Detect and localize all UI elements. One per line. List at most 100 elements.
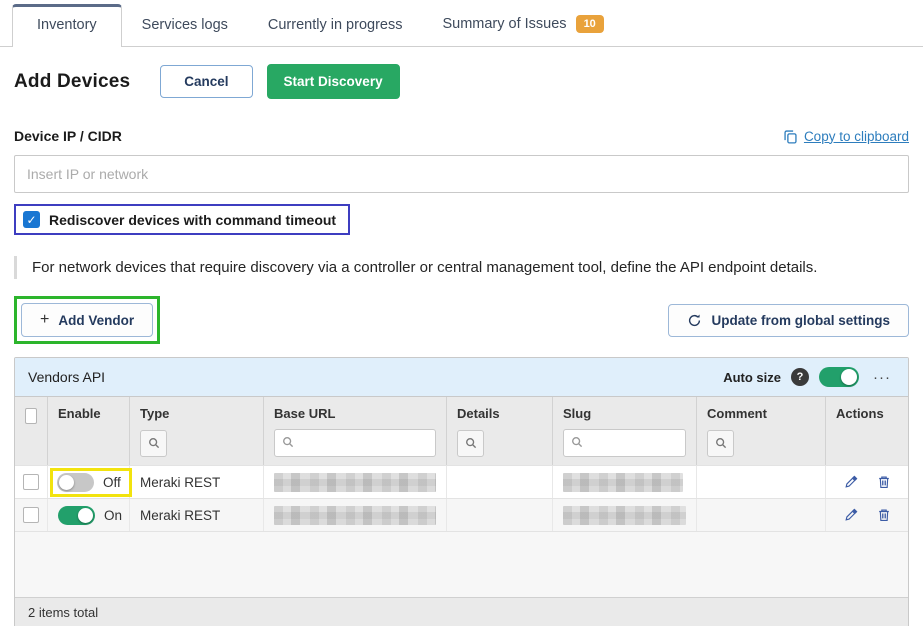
table-menu-icon[interactable]: ··· (869, 369, 895, 386)
select-all-cell (15, 397, 48, 465)
column-label: Slug (563, 406, 686, 421)
update-from-global-settings-button[interactable]: Update from global settings (668, 304, 909, 337)
grid-title-controls: Auto size ? ··· (723, 367, 895, 387)
table-header-row: Enable Type Base URL (15, 396, 908, 465)
toggle-knob (841, 369, 857, 385)
page-title: Add Devices (14, 71, 130, 93)
column-label: Details (457, 406, 542, 421)
enable-toggle[interactable] (58, 506, 95, 525)
tab-label: Services logs (142, 17, 228, 33)
delete-icon[interactable] (877, 508, 891, 522)
start-discovery-button[interactable]: Start Discovery (267, 64, 400, 99)
actions-cell (826, 499, 908, 531)
issues-count-badge: 10 (576, 15, 604, 33)
table-footer: 2 items total (15, 597, 908, 626)
copy-link-label: Copy to clipboard (804, 129, 909, 144)
tab-services-logs[interactable]: Services logs (122, 5, 248, 46)
delete-icon[interactable] (877, 475, 891, 489)
actions-cell (826, 466, 908, 498)
tab-label: Summary of Issues (442, 16, 566, 32)
slug-cell (553, 466, 697, 498)
tab-currently-in-progress[interactable]: Currently in progress (248, 5, 423, 46)
row-checkbox[interactable] (23, 507, 39, 523)
redacted-slug (563, 506, 686, 525)
column-label: Enable (58, 406, 119, 421)
tab-inventory[interactable]: Inventory (12, 4, 122, 47)
enable-cell: On (48, 499, 130, 531)
base-url-filter-input[interactable] (274, 429, 436, 457)
type-cell: Meraki REST (130, 466, 264, 498)
enable-toggle[interactable] (57, 473, 94, 492)
column-label: Comment (707, 406, 815, 421)
row-checkbox[interactable] (23, 474, 39, 490)
tab-label: Inventory (37, 17, 97, 33)
slug-cell (553, 499, 697, 531)
toggle-knob (59, 475, 74, 490)
select-all-checkbox[interactable] (25, 408, 37, 424)
column-header-enable: Enable (48, 397, 130, 465)
details-cell (447, 466, 553, 498)
add-vendor-button[interactable]: + Add Vendor (21, 303, 153, 337)
redacted-slug (563, 473, 683, 492)
tab-bar: Inventory Services logs Currently in pro… (0, 0, 923, 47)
base-url-cell (264, 466, 447, 498)
annotation-box-blue: ✓ Rediscover devices with command timeou… (14, 204, 350, 235)
redacted-base-url (274, 506, 436, 525)
edit-icon[interactable] (844, 475, 858, 489)
plus-icon: + (40, 312, 49, 328)
rediscover-checkbox[interactable]: ✓ (23, 211, 40, 228)
type-cell: Meraki REST (130, 499, 264, 531)
comment-cell (697, 466, 826, 498)
row-select-cell (15, 499, 48, 531)
column-header-actions: Actions (826, 397, 908, 465)
add-vendor-label: Add Vendor (58, 313, 134, 328)
page: Inventory Services logs Currently in pro… (0, 0, 923, 626)
column-header-slug: Slug (553, 397, 697, 465)
toggle-knob (78, 508, 93, 523)
cancel-button[interactable]: Cancel (160, 65, 252, 98)
search-icon (282, 436, 294, 448)
vendor-actions-row: + Add Vendor Update from global settings (14, 296, 909, 344)
redacted-base-url (274, 473, 436, 492)
comment-filter-button[interactable] (707, 430, 734, 457)
copy-to-clipboard-link[interactable]: Copy to clipboard (783, 129, 909, 144)
column-header-base-url: Base URL (264, 397, 447, 465)
vendors-api-table: Vendors API Auto size ? ··· Enable Type (14, 357, 909, 626)
column-label: Base URL (274, 406, 436, 421)
annotation-box-yellow: Off (50, 468, 132, 497)
device-ip-header: Device IP / CIDR Copy to clipboard (14, 128, 909, 144)
slug-filter (563, 429, 686, 457)
table-empty-area (15, 531, 908, 597)
type-filter-button[interactable] (140, 430, 167, 457)
column-header-type: Type (130, 397, 264, 465)
update-label: Update from global settings (711, 313, 890, 328)
grid-title-bar: Vendors API Auto size ? ··· (15, 358, 908, 396)
help-icon[interactable]: ? (791, 368, 809, 386)
comment-cell (697, 499, 826, 531)
column-header-details: Details (447, 397, 553, 465)
grid-title: Vendors API (28, 369, 105, 385)
annotation-box-green: + Add Vendor (14, 296, 160, 344)
tab-label: Currently in progress (268, 17, 403, 33)
tab-summary-of-issues[interactable]: Summary of Issues 10 (422, 3, 623, 46)
device-ip-label: Device IP / CIDR (14, 128, 122, 144)
base-url-filter (274, 429, 436, 457)
table-row: Off Meraki REST (15, 465, 908, 498)
column-label: Actions (836, 406, 898, 421)
enable-cell: Off (48, 466, 130, 498)
refresh-icon (687, 313, 702, 328)
search-icon (571, 436, 583, 448)
edit-icon[interactable] (844, 508, 858, 522)
rediscover-label: Rediscover devices with command timeout (49, 212, 336, 228)
base-url-cell (264, 499, 447, 531)
heading-row: Add Devices Cancel Start Discovery (14, 64, 909, 99)
column-header-comment: Comment (697, 397, 826, 465)
row-select-cell (15, 466, 48, 498)
auto-size-toggle[interactable] (819, 367, 859, 387)
auto-size-label: Auto size (723, 370, 781, 385)
device-ip-input[interactable] (14, 155, 909, 193)
details-cell (447, 499, 553, 531)
copy-icon (783, 129, 798, 144)
details-filter-button[interactable] (457, 430, 484, 457)
column-label: Type (140, 406, 253, 421)
